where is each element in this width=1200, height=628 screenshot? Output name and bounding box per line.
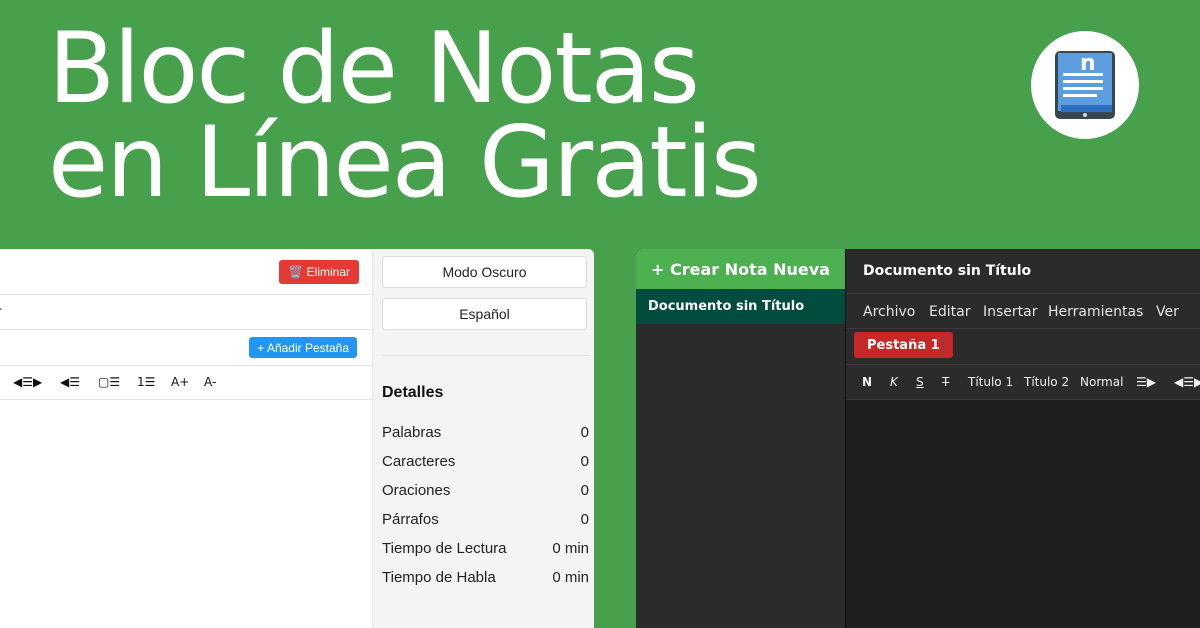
dark-notes-sidebar: + Crear Nota Nueva Documento sin Título xyxy=(636,249,845,628)
tab-pestana-1[interactable]: Pestaña 1 xyxy=(854,332,953,358)
tab-divider xyxy=(943,336,944,356)
light-editor-main: 🗑️ Eliminar r + Añadir Pestaña ◀☰▶ ◀☰ ▢☰… xyxy=(0,249,372,628)
light-tabs-row: + Añadir Pestaña xyxy=(0,330,372,366)
numbered-list-button[interactable]: 1☰ xyxy=(137,375,155,389)
dark-tabs-bar: Pestaña 1 xyxy=(846,329,1200,365)
menu-item-fragment[interactable]: r xyxy=(0,303,2,319)
stat-label: Oraciones xyxy=(382,482,451,499)
stat-label: Palabras xyxy=(382,424,442,441)
create-note-button[interactable]: + Crear Nota Nueva xyxy=(636,249,845,289)
hero-title-line-1: Bloc de Notas xyxy=(48,12,700,126)
light-editor-panel: 🗑️ Eliminar r + Añadir Pestaña ◀☰▶ ◀☰ ▢☰… xyxy=(0,249,594,628)
light-editor-area[interactable] xyxy=(0,400,372,628)
stat-sentences: Oraciones 0 xyxy=(382,482,589,499)
normal-text-button[interactable]: Normal xyxy=(1080,375,1123,389)
hero-title: Bloc de Notas en Línea Gratis xyxy=(48,12,762,220)
hero-title-line-2: en Línea Gratis xyxy=(48,106,762,220)
stat-value: 0 min xyxy=(552,569,589,586)
stat-paragraphs: Párrafos 0 xyxy=(382,511,589,528)
menu-insertar[interactable]: Insertar xyxy=(983,304,1038,320)
dark-mode-button[interactable]: Modo Oscuro xyxy=(382,256,587,288)
stat-value: 0 min xyxy=(552,540,589,557)
light-header-row: 🗑️ Eliminar xyxy=(0,249,372,295)
dark-editor-area[interactable] xyxy=(846,400,1200,628)
logo-letter: n xyxy=(1080,51,1096,76)
italic-button[interactable]: K xyxy=(890,375,898,389)
menu-editar[interactable]: Editar xyxy=(929,304,970,320)
align-center-button[interactable]: ◀☰▶ xyxy=(1174,375,1200,389)
divider xyxy=(382,355,589,356)
notebook-icon: n xyxy=(1055,51,1115,119)
outdent-button[interactable]: ◀☰ xyxy=(60,375,80,389)
dark-editor-main: Documento sin Título Archivo Editar Inse… xyxy=(845,249,1200,628)
menu-archivo[interactable]: Archivo xyxy=(863,304,915,320)
heading-2-button[interactable]: Título 2 xyxy=(1024,375,1069,389)
stat-label: Caracteres xyxy=(382,453,456,470)
font-increase-button[interactable]: A+ xyxy=(171,375,189,389)
stat-reading-time: Tiempo de Lectura 0 min xyxy=(382,540,589,557)
strikethrough-button[interactable]: T xyxy=(942,375,949,389)
font-decrease-button[interactable]: A- xyxy=(204,375,216,389)
light-menu-row: r xyxy=(0,295,372,330)
stat-characters: Caracteres 0 xyxy=(382,453,589,470)
dark-title-bar: Documento sin Título xyxy=(846,249,1200,294)
menu-herramientas[interactable]: Herramientas xyxy=(1048,304,1143,320)
light-toolbar: ◀☰▶ ◀☰ ▢☰ 1☰ A+ A- xyxy=(0,366,372,400)
language-button[interactable]: Español xyxy=(382,298,587,330)
underline-button[interactable]: S xyxy=(916,375,924,389)
bold-button[interactable]: N xyxy=(862,375,872,389)
stat-words: Palabras 0 xyxy=(382,424,589,441)
dark-format-toolbar: N K S T Título 1 Título 2 Normal ☰▶ ◀☰▶ xyxy=(846,365,1200,400)
stat-label: Párrafos xyxy=(382,511,439,528)
details-heading: Detalles xyxy=(382,384,444,401)
stat-label: Tiempo de Lectura xyxy=(382,540,507,557)
stat-value: 0 xyxy=(580,482,589,499)
heading-1-button[interactable]: Título 1 xyxy=(968,375,1013,389)
dark-menu-bar: Archivo Editar Insertar Herramientas Ver xyxy=(846,294,1200,329)
stat-value: 0 xyxy=(580,511,589,528)
align-right-button[interactable]: ☰▶ xyxy=(1136,375,1156,389)
stat-speaking-time: Tiempo de Habla 0 min xyxy=(382,569,589,586)
align-center-button[interactable]: ◀☰▶ xyxy=(13,375,42,389)
light-sidebar: Modo Oscuro Español Detalles Palabras 0 … xyxy=(372,249,594,628)
menu-ver[interactable]: Ver xyxy=(1156,304,1179,320)
dark-editor-panel: + Crear Nota Nueva Documento sin Título … xyxy=(636,249,1200,628)
note-list-item[interactable]: Documento sin Título xyxy=(636,289,845,324)
delete-button[interactable]: 🗑️ Eliminar xyxy=(279,260,359,284)
stat-label: Tiempo de Habla xyxy=(382,569,496,586)
logo: n xyxy=(1031,31,1139,139)
stat-value: 0 xyxy=(580,453,589,470)
add-tab-button[interactable]: + Añadir Pestaña xyxy=(249,337,357,358)
stat-value: 0 xyxy=(580,424,589,441)
document-title[interactable]: Documento sin Título xyxy=(863,263,1031,279)
bullet-list-button[interactable]: ▢☰ xyxy=(98,375,120,389)
